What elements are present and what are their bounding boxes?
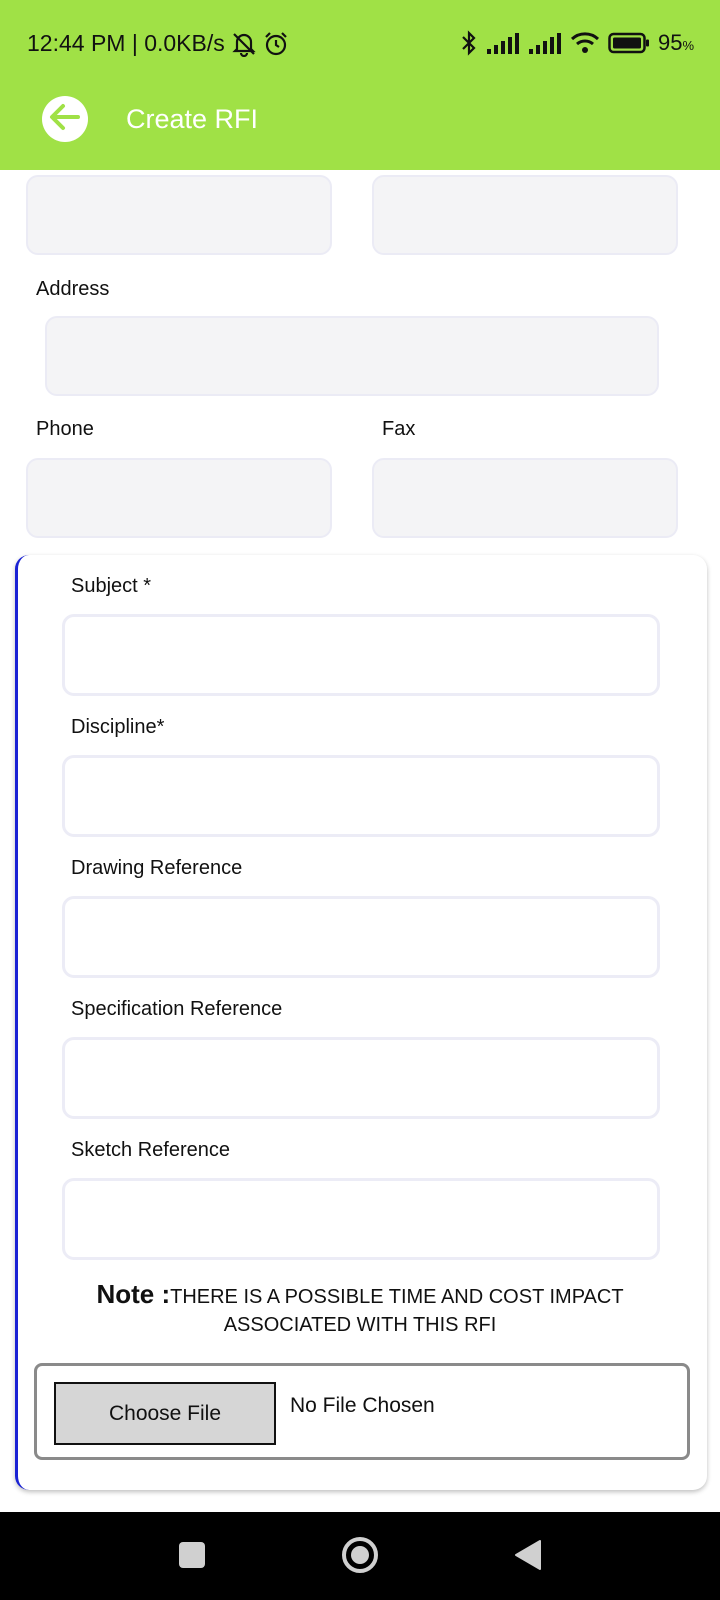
- specification-reference-label: Specification Reference: [71, 998, 283, 1020]
- back-nav-button[interactable]: [503, 1532, 553, 1582]
- alarm-icon: [263, 31, 289, 57]
- choose-file-button[interactable]: Choose File: [54, 1382, 276, 1445]
- subject-input[interactable]: [62, 614, 660, 696]
- bluetooth-icon: [460, 30, 478, 56]
- specification-reference-input[interactable]: [62, 1037, 660, 1119]
- discipline-label: Discipline*: [71, 716, 165, 738]
- phone-field[interactable]: [26, 458, 332, 538]
- note-text: THERE IS A POSSIBLE TIME AND COST IMPACT…: [170, 1286, 624, 1336]
- system-nav-bar: [0, 1512, 720, 1600]
- address-label: Address: [36, 278, 110, 300]
- drawing-reference-label: Drawing Reference: [71, 857, 243, 879]
- battery-icon: [608, 31, 650, 55]
- top-bar: 12:44 PM | 0.0KB/s 95% Create RFI: [0, 0, 720, 170]
- note-prefix: Note :: [96, 1279, 171, 1309]
- status-time-network: 12:44 PM | 0.0KB/s: [27, 30, 225, 56]
- fax-label: Fax: [382, 418, 416, 440]
- signal-icon: [486, 31, 520, 55]
- circle-home-icon: [340, 1535, 380, 1580]
- status-right: 95%: [460, 30, 694, 56]
- battery-level: 95%: [657, 30, 694, 55]
- file-upload: Choose File No File Chosen: [34, 1363, 690, 1460]
- signal-icon: [528, 31, 562, 55]
- phone-label: Phone: [36, 418, 94, 440]
- sketch-reference-label: Sketch Reference: [71, 1139, 230, 1161]
- square-recents-icon: [178, 1541, 206, 1574]
- muted-bell-icon: [231, 31, 257, 57]
- file-status: No File Chosen: [290, 1394, 435, 1417]
- status-left: 12:44 PM | 0.0KB/s: [27, 30, 289, 57]
- subject-label: Subject *: [71, 575, 152, 597]
- recents-button[interactable]: [167, 1532, 217, 1582]
- fax-field[interactable]: [372, 458, 678, 538]
- contact-field-left[interactable]: [26, 175, 332, 255]
- triangle-back-icon: [513, 1539, 543, 1576]
- wifi-icon: [570, 31, 600, 55]
- app-bar: Create RFI: [0, 86, 720, 170]
- page-title: Create RFI: [126, 104, 259, 134]
- contact-field-right[interactable]: [372, 175, 678, 255]
- address-field[interactable]: [45, 316, 659, 396]
- home-button[interactable]: [335, 1532, 385, 1582]
- back-button[interactable]: [42, 96, 88, 142]
- discipline-input[interactable]: [62, 755, 660, 837]
- drawing-reference-input[interactable]: [62, 896, 660, 978]
- arrow-left-icon: [48, 100, 82, 139]
- impact-note: Note :THERE IS A POSSIBLE TIME AND COST …: [40, 1280, 680, 1339]
- status-bar: 12:44 PM | 0.0KB/s 95%: [0, 0, 720, 86]
- sketch-reference-input[interactable]: [62, 1178, 660, 1260]
